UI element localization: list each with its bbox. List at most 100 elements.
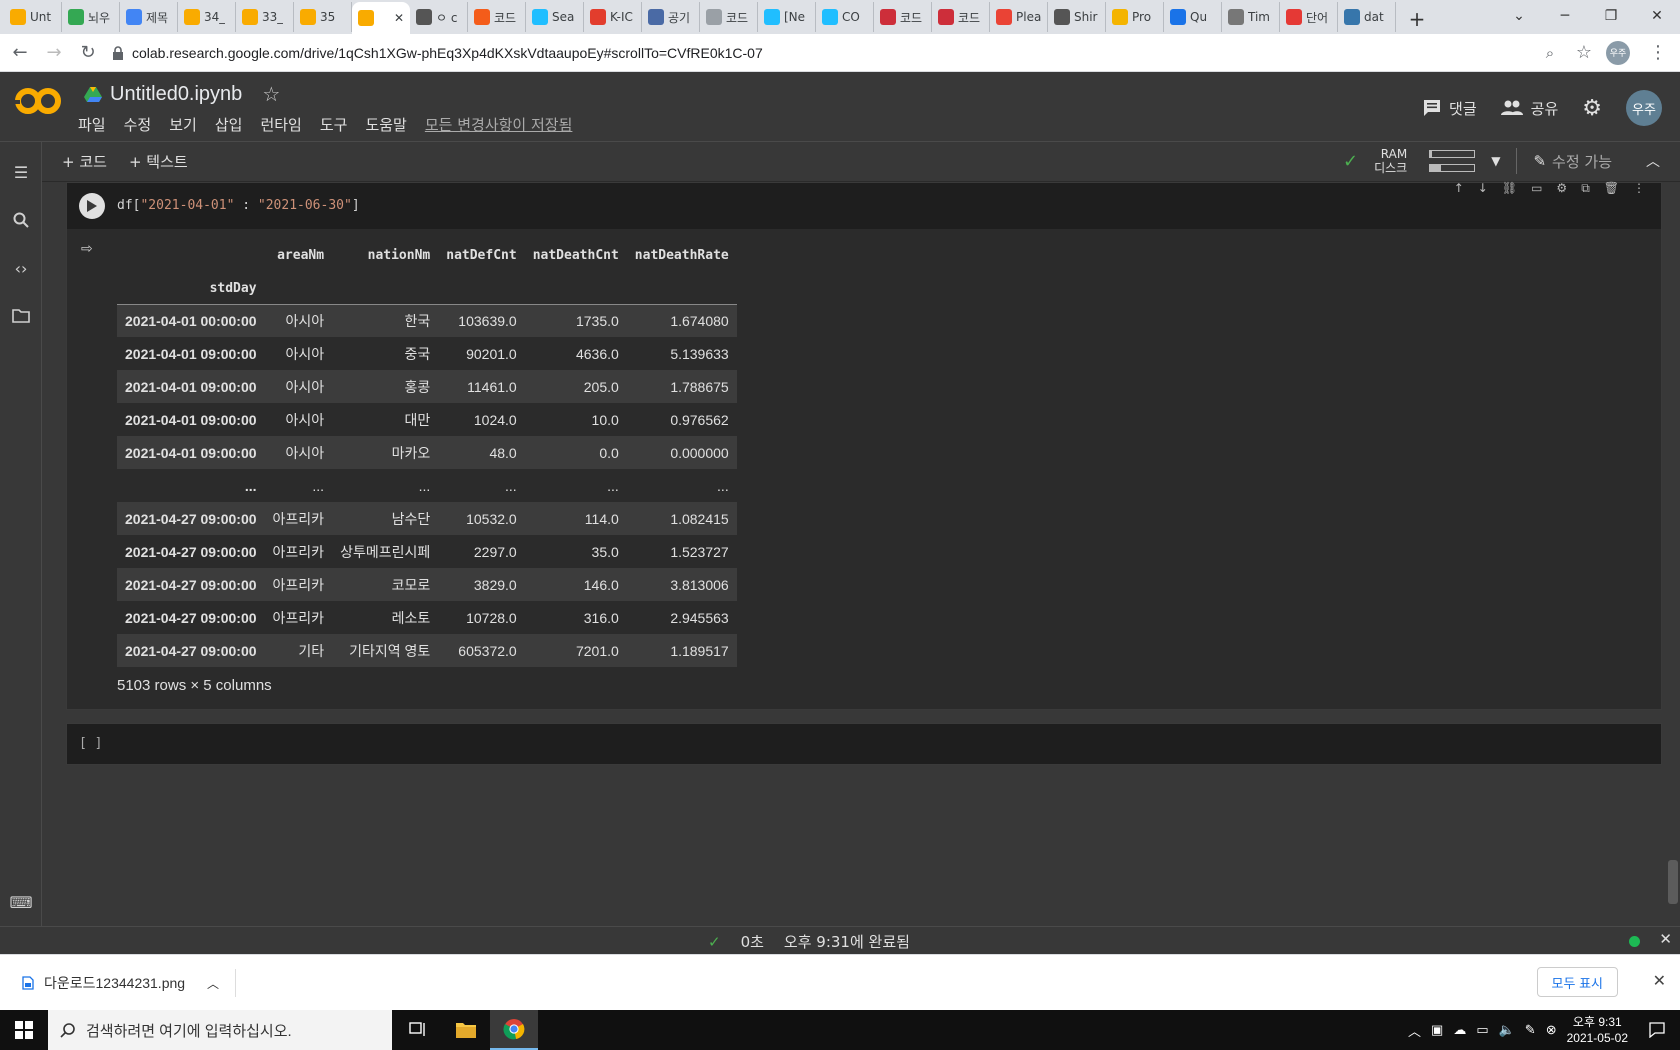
menu-item[interactable]: 수정	[124, 114, 152, 135]
search-icon[interactable]	[11, 210, 31, 230]
move-down-icon[interactable]: ↓	[1478, 181, 1488, 196]
back-button[interactable]: ←	[6, 39, 34, 67]
close-tab-icon[interactable]: ✕	[394, 11, 404, 25]
delete-cell-icon[interactable]: 🗑	[1604, 181, 1619, 196]
resource-meter[interactable]	[1429, 150, 1476, 172]
user-avatar[interactable]: 우주	[1626, 90, 1662, 126]
meet-icon[interactable]: ▣	[1431, 1022, 1443, 1038]
save-status-link[interactable]: 모든 변경사항이 저장됨	[425, 114, 573, 135]
browser-tab[interactable]: 뇌우	[62, 2, 120, 32]
taskbar-clock[interactable]: 오후 9:31 2021-05-02	[1567, 1014, 1628, 1046]
code-text[interactable]: df["2021-04-01" : "2021-06-30"]	[117, 198, 360, 213]
download-item[interactable]: 다운로드12344231.png ︿	[22, 969, 236, 997]
tab-search-icon[interactable]: ⌄	[1496, 0, 1542, 32]
browser-tab[interactable]: 33_	[236, 2, 294, 32]
browser-tab[interactable]: 코드	[874, 2, 932, 32]
colab-logo-icon[interactable]	[14, 86, 62, 116]
terminal-icon[interactable]: ⌨	[9, 892, 32, 912]
volume-muted-icon[interactable]: 🔈	[1499, 1022, 1515, 1038]
close-window-button[interactable]: ✕	[1634, 0, 1680, 32]
restore-button[interactable]: ❐	[1588, 0, 1634, 32]
minimize-button[interactable]: ─	[1542, 0, 1588, 32]
index-name: stdDay	[117, 271, 265, 305]
menu-item[interactable]: 도움말	[365, 114, 406, 135]
output-options-icon[interactable]: ⇨	[81, 241, 93, 257]
download-chevron-icon[interactable]: ︿	[207, 975, 219, 992]
browser-tab[interactable]: Plea	[990, 2, 1048, 32]
new-tab-button[interactable]: +	[1402, 4, 1432, 34]
pen-icon[interactable]: ✎	[1525, 1022, 1536, 1038]
forward-button[interactable]: →	[40, 39, 68, 67]
notebook-name[interactable]: Untitled0.ipynb	[110, 83, 242, 106]
add-text-button[interactable]: + 텍스트	[129, 151, 188, 172]
mirror-cell-icon[interactable]: ⧉	[1581, 181, 1590, 196]
url-field[interactable]: colab.research.google.com/drive/1qCsh1XG…	[112, 38, 1530, 68]
browser-menu-icon[interactable]: ⋮	[1644, 39, 1672, 67]
browser-tab[interactable]: Sea	[526, 2, 584, 32]
share-button[interactable]: 공유	[1500, 98, 1558, 119]
collapse-header-icon[interactable]: ︿	[1646, 151, 1660, 171]
tray-expand-icon[interactable]: ︿	[1408, 1021, 1421, 1040]
comment-cell-icon[interactable]: ▭	[1531, 181, 1542, 196]
close-status-icon[interactable]: ✕	[1659, 930, 1672, 948]
browser-tab[interactable]: Pro	[1106, 2, 1164, 32]
menu-item[interactable]: 보기	[169, 114, 197, 135]
file-explorer-icon[interactable]	[442, 1010, 490, 1050]
browser-tab[interactable]: 코드	[468, 2, 526, 32]
settings-gear-icon[interactable]: ⚙	[1582, 96, 1602, 121]
browser-tab[interactable]: CO	[816, 2, 874, 32]
browser-tab[interactable]: dat	[1338, 2, 1396, 32]
scrollbar-thumb[interactable]	[1668, 860, 1678, 904]
star-icon[interactable]: ☆	[262, 82, 280, 107]
code-snippets-icon[interactable]: ‹›	[11, 258, 31, 278]
table-cell: 7201.0	[575, 642, 619, 659]
add-code-button[interactable]: + 코드	[62, 151, 107, 172]
chrome-taskbar-icon[interactable]	[490, 1010, 538, 1050]
browser-tab[interactable]: Unt	[4, 2, 62, 32]
browser-tab[interactable]: 코드	[932, 2, 990, 32]
browser-tab[interactable]: Tim	[1222, 2, 1280, 32]
cell-settings-icon[interactable]: ⚙	[1556, 181, 1567, 196]
menu-item[interactable]: 파일	[78, 114, 106, 135]
notification-x-icon[interactable]: ⊗	[1546, 1022, 1557, 1038]
zoom-icon[interactable]: ⌕	[1536, 39, 1564, 67]
taskbar-search[interactable]: 검색하려면 여기에 입력하십시오.	[48, 1010, 392, 1050]
menu-item[interactable]: 도구	[320, 114, 348, 135]
browser-tab[interactable]: ㅇ c	[410, 2, 468, 32]
comment-button[interactable]: 댓글	[1423, 98, 1477, 119]
browser-tab[interactable]: Qu	[1164, 2, 1222, 32]
browser-tab[interactable]: 제목	[120, 2, 178, 32]
menu-item[interactable]: 런타임	[260, 114, 301, 135]
browser-tab[interactable]: 단어	[1280, 2, 1338, 32]
onedrive-cloud-icon[interactable]: ☁	[1453, 1022, 1466, 1038]
menu-item[interactable]: 삽입	[215, 114, 243, 135]
show-all-button[interactable]: 모두 표시	[1536, 967, 1618, 997]
cell-input[interactable]: df["2021-04-01" : "2021-06-30"] ↑ ↓ ⛓ ▭ …	[67, 181, 1661, 229]
browser-tab[interactable]: 34_	[178, 2, 236, 32]
more-options-icon[interactable]: ⋮	[1633, 181, 1645, 196]
task-view-icon[interactable]	[394, 1010, 442, 1050]
link-icon[interactable]: ⛓	[1502, 181, 1517, 196]
browser-tab[interactable]: Shir	[1048, 2, 1106, 32]
profile-avatar[interactable]: 우주	[1604, 39, 1632, 67]
empty-code-cell[interactable]: [ ]	[66, 723, 1662, 765]
edit-mode-button[interactable]: ✎ 수정 가능	[1533, 151, 1612, 172]
move-up-icon[interactable]: ↑	[1454, 181, 1464, 196]
browser-tab[interactable]: K-IC	[584, 2, 642, 32]
browser-tab[interactable]: 35	[294, 2, 352, 32]
network-icon[interactable]: ▭	[1476, 1022, 1488, 1038]
runtime-dropdown-icon[interactable]: ▼	[1491, 154, 1500, 168]
browser-tab[interactable]: ✕	[352, 2, 410, 34]
close-downloads-icon[interactable]: ✕	[1653, 971, 1666, 991]
action-center-icon[interactable]	[1634, 1010, 1680, 1050]
files-folder-icon[interactable]	[11, 306, 31, 326]
table-of-contents-icon[interactable]: ☰	[11, 162, 31, 182]
run-cell-button[interactable]	[79, 193, 105, 219]
windows-start-icon[interactable]	[0, 1010, 48, 1050]
browser-tab[interactable]: 공기	[642, 2, 700, 32]
bookmark-star-icon[interactable]: ☆	[1570, 39, 1598, 67]
reload-button[interactable]: ↻	[74, 39, 102, 67]
browser-tab[interactable]: [Ne	[758, 2, 816, 32]
browser-tab[interactable]: 코드	[700, 2, 758, 32]
code-cell[interactable]: df["2021-04-01" : "2021-06-30"] ↑ ↓ ⛓ ▭ …	[66, 181, 1662, 710]
